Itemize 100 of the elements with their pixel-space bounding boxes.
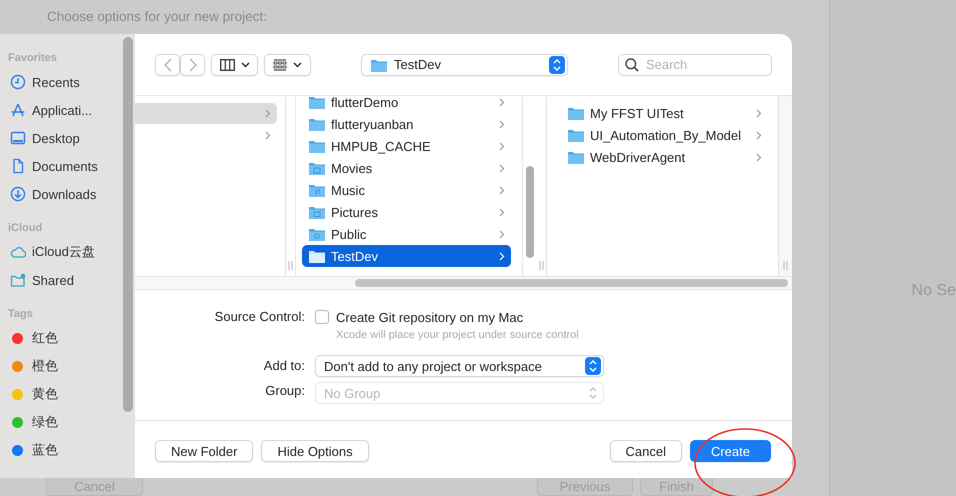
path-popup[interactable]: TestDev <box>361 54 568 76</box>
sidebar-item[interactable]: Shared <box>0 266 135 294</box>
sidebar-item[interactable]: 蓝色 <box>0 436 135 464</box>
sidebar-item[interactable]: Documents <box>0 152 135 180</box>
file-row[interactable]: Movies <box>302 157 511 179</box>
caret-icon <box>293 62 302 68</box>
app-store-icon <box>10 102 26 118</box>
file-row[interactable]: My FFST UITest <box>561 102 768 124</box>
folder-icon <box>567 127 585 143</box>
checkbox-label: Create Git repository on my Mac <box>336 310 524 324</box>
field-label: Source Control: <box>214 308 305 326</box>
folder-icon <box>308 116 326 132</box>
prompt-text: Choose options for your new project: <box>46 8 268 26</box>
file-name: Movies <box>331 160 374 176</box>
chevron-right-icon <box>188 58 196 72</box>
grid-icon <box>273 58 287 70</box>
sidebar-item[interactable]: Desktop <box>0 124 135 152</box>
view-mode-button[interactable] <box>211 54 258 76</box>
chevron-right-icon <box>499 142 505 150</box>
file-name: TestDev <box>331 248 379 264</box>
file-name: HMPUB_CACHE <box>331 138 432 154</box>
file-name: My FFST UITest <box>590 106 685 120</box>
file-row[interactable]: UI_Automation_By_Model <box>561 124 768 146</box>
chevron-right-icon <box>499 98 505 106</box>
sidebar-item[interactable]: 绿色 <box>0 408 135 436</box>
field-label: Group: <box>264 382 305 400</box>
hint-text: Xcode will place your project under source control <box>335 328 580 343</box>
forward-button[interactable] <box>180 54 205 76</box>
folder-icon <box>308 248 326 264</box>
file-row[interactable]: flutterDemo <box>302 96 511 113</box>
chevron-right-icon <box>265 109 271 118</box>
create-button[interactable]: Create <box>690 440 771 462</box>
sidebar-item[interactable]: iCloud云盘 <box>0 238 135 266</box>
path-text: TestDev <box>394 57 442 72</box>
section-title: Tags <box>7 307 34 322</box>
popup-value: No Group <box>324 386 382 400</box>
dialog-button[interactable]: New Folder <box>155 440 254 462</box>
group-button[interactable] <box>264 54 311 76</box>
file-row[interactable]: HMPUB_CACHE <box>302 135 511 157</box>
popup-menu[interactable]: Don't add to any project or workspace <box>315 355 604 377</box>
section-title: Favorites <box>7 51 58 66</box>
chevron-right-icon <box>499 164 505 172</box>
resize-handle-icon <box>539 261 544 270</box>
search-field[interactable]: Search <box>618 54 772 76</box>
file-row[interactable]: Pictures <box>302 201 511 223</box>
folder-icon <box>308 96 326 110</box>
public-folder-icon <box>308 226 326 242</box>
file-row[interactable]: Public <box>302 223 511 245</box>
sidebar-item[interactable]: Applicati... <box>0 96 135 124</box>
chevron-right-icon <box>756 130 762 140</box>
file-name: flutterDemo <box>331 96 400 110</box>
chevron-right-icon <box>499 208 505 216</box>
file-row[interactable]: flutteryuanban <box>302 113 511 135</box>
back-button[interactable] <box>155 54 180 76</box>
file-name: flutteryuanban <box>331 116 414 132</box>
movies-folder-icon <box>308 160 326 176</box>
popup-value: Don't add to any project or workspace <box>324 358 543 374</box>
chevron-right-icon <box>499 252 505 260</box>
download-icon <box>10 186 26 202</box>
cloud-icon <box>10 244 26 260</box>
section-title: iCloud <box>7 221 44 236</box>
sidebar-item[interactable]: 黄色 <box>0 380 135 408</box>
resize-handle-icon <box>288 261 293 270</box>
file-name: WebDriverAgent <box>590 150 686 164</box>
sidebar-item[interactable]: Downloads <box>0 180 135 208</box>
file-name: Music <box>331 182 366 198</box>
file-row[interactable]: WebDriverAgent <box>561 146 768 168</box>
file-name: Public <box>331 226 368 242</box>
stepper-icon <box>585 357 601 375</box>
sidebar-item[interactable]: 红色 <box>0 324 135 352</box>
music-folder-icon <box>308 182 326 198</box>
search-icon <box>625 58 639 72</box>
caret-icon <box>240 62 250 68</box>
resize-handle-icon <box>783 261 788 270</box>
file-row[interactable]: Music <box>302 179 511 201</box>
columns-icon <box>220 58 234 70</box>
desktop-icon <box>10 130 26 146</box>
chevron-right-icon <box>265 131 271 140</box>
chevron-right-icon <box>499 120 505 128</box>
dialog-button[interactable]: Hide Options <box>261 440 369 462</box>
chevron-left-icon <box>164 58 172 72</box>
folder-icon <box>308 138 326 154</box>
stepper-icon <box>549 56 565 74</box>
shared-folder-icon <box>10 272 26 288</box>
file-name: UI_Automation_By_Model <box>590 128 742 142</box>
file-row[interactable]: TestDev <box>302 245 511 267</box>
file-name: Pictures <box>331 204 379 220</box>
chevron-right-icon <box>499 230 505 238</box>
sidebar-item[interactable]: Recents <box>0 68 135 96</box>
chevron-right-icon <box>756 152 762 162</box>
checkbox[interactable] <box>315 310 329 324</box>
field-label: Add to: <box>262 357 305 375</box>
cancel-button[interactable]: Cancel <box>610 440 682 462</box>
chevron-right-icon <box>756 108 762 118</box>
folder-icon <box>567 105 585 121</box>
clock-icon <box>10 74 26 90</box>
sidebar-item[interactable]: 橙色 <box>0 352 135 380</box>
pictures-folder-icon <box>308 204 326 220</box>
folder-icon <box>567 149 585 165</box>
chevron-right-icon <box>499 186 505 194</box>
